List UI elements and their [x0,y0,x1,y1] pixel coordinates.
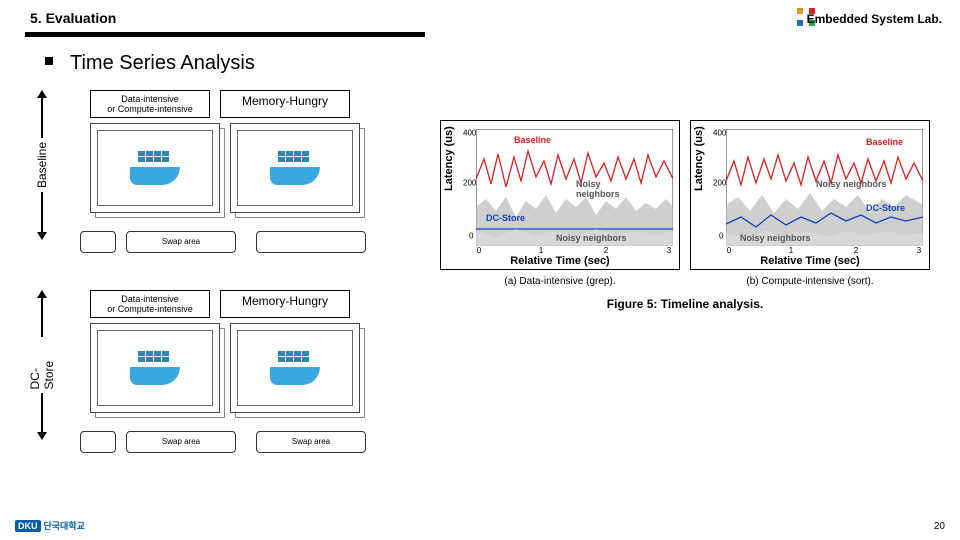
docker-whale-icon [130,351,180,385]
chart-a-ylabel: Latency (us) [443,126,455,191]
svg-text:Noisy neighbors: Noisy neighbors [556,233,627,243]
chart-a: Latency (us) 400 200 0 0 1 2 3 Baseline … [440,120,680,270]
legend-dcstore: DC-Store [486,213,525,223]
chart-a-plot: Baseline Noisy neighbors DC-Store Noisy … [476,129,673,246]
dcstore-section: DC-Store Data-intensive or Compute-inten… [35,290,410,450]
section-number-title: 5. Evaluation [30,10,116,26]
svg-text:Noisy neighbors: Noisy neighbors [740,233,811,243]
lab-name-label: Embedded System Lab. [807,12,942,26]
svg-text:Baseline: Baseline [866,137,903,147]
chart-b: Latency (us) 400 200 0 0 1 2 3 Baseline … [690,120,930,270]
disk-icon [80,431,116,453]
dcstore-container-2 [230,323,360,413]
bullet-icon [45,57,53,65]
svg-text:Noisy neighbors: Noisy neighbors [816,179,887,189]
chart-b-caption: (b) Compute-intensive (sort). [690,276,930,287]
baseline-containers: Swap area [60,123,390,233]
baseline-section: Baseline Data-intensive or Compute-inten… [35,90,410,250]
swap-area-label: Swap area [256,431,366,453]
baseline-axis: Baseline [35,90,49,240]
baseline-axis-label: Baseline [35,142,49,188]
disk-icon [80,231,116,253]
swap-area-label: Swap area [126,231,236,253]
legend-baseline: Baseline [514,135,551,145]
data-intensive-label: Data-intensive or Compute-intensive [90,290,210,318]
header-rule-thin [25,36,425,37]
docker-whale-icon [130,151,180,185]
memory-hungry-label: Memory-Hungry [220,90,350,118]
baseline-container-2 [230,123,360,213]
docker-whale-icon [270,151,320,185]
dcstore-axis-label: DC-Store [28,341,56,389]
docker-whale-icon [270,351,320,385]
page-number: 20 [934,521,945,532]
chart-a-xlabel: Relative Time (sec) [510,255,609,267]
dcstore-axis: DC-Store [35,290,49,440]
university-logo: DKU단국대학교 [15,519,85,532]
baseline-container-1 [90,123,220,213]
chart-b-xlabel: Relative Time (sec) [760,255,859,267]
dcstore-containers: Swap area Swap area [60,323,390,433]
dcstore-container-1 [90,323,220,413]
data-intensive-label: Data-intensive or Compute-intensive [90,90,210,118]
figure-title: Figure 5: Timeline analysis. [430,297,940,311]
chart-b-ylabel: Latency (us) [693,126,705,191]
slide-main-title: Time Series Analysis [70,52,255,75]
chart-b-plot: Baseline Noisy neighbors DC-Store Noisy … [726,129,923,246]
architecture-diagram: Baseline Data-intensive or Compute-inten… [35,90,410,490]
memory-hungry-label: Memory-Hungry [220,290,350,318]
svg-text:neighbors: neighbors [576,189,620,199]
charts-figure: Latency (us) 400 200 0 0 1 2 3 Baseline … [430,120,940,311]
chart-a-caption: (a) Data-intensive (grep). [440,276,680,287]
swap-area-empty [256,231,366,253]
svg-text:DC-Store: DC-Store [866,203,905,213]
swap-area-label: Swap area [126,431,236,453]
legend-noisy: Noisy [576,179,601,189]
